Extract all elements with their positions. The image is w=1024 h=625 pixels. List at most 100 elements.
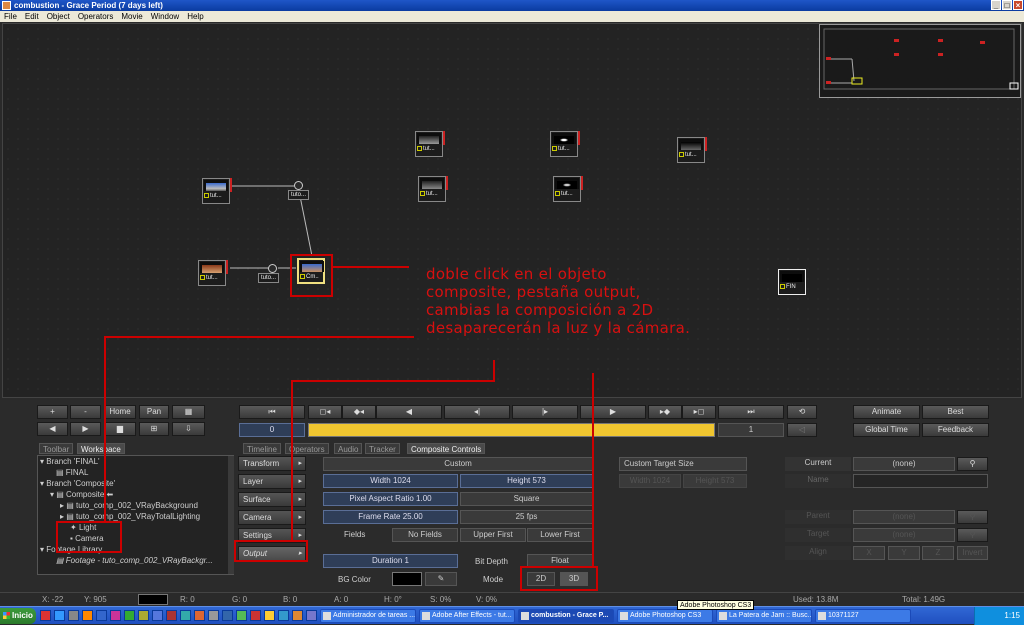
- quicklaunch-icon[interactable]: [68, 610, 79, 621]
- node-composite[interactable]: Cm..: [297, 258, 325, 284]
- quicklaunch-icon[interactable]: [194, 610, 205, 621]
- color-swatch-icon[interactable]: ▆: [104, 422, 136, 436]
- tab-audio[interactable]: Audio: [334, 443, 363, 454]
- quicklaunch-icon[interactable]: [124, 610, 135, 621]
- quicklaunch-icon[interactable]: [110, 610, 121, 621]
- feedback-button[interactable]: Feedback: [922, 423, 989, 437]
- export-icon[interactable]: ⇩: [172, 422, 205, 436]
- layout-icon[interactable]: ⊞: [139, 422, 169, 436]
- taskbar-item-browser[interactable]: La Patera de Jam :: Busc...: [716, 609, 812, 623]
- taskbar-item-after-effects[interactable]: Adobe After Effects - tut...: [419, 609, 515, 623]
- home-button[interactable]: Home: [104, 405, 136, 419]
- quicklaunch-icon[interactable]: [180, 610, 191, 621]
- play-forward-icon[interactable]: ▶: [580, 405, 646, 419]
- side-transform[interactable]: Transform: [238, 456, 306, 471]
- quicklaunch-icon[interactable]: [82, 610, 93, 621]
- step-forward-icon[interactable]: |▸: [512, 405, 578, 419]
- quicklaunch-icon[interactable]: [40, 610, 51, 621]
- parent-select[interactable]: (none): [853, 510, 955, 524]
- quicklaunch-icon[interactable]: [208, 610, 219, 621]
- duration-field[interactable]: Duration 1: [323, 554, 458, 568]
- tree-scrollbar[interactable]: [228, 456, 234, 574]
- forward-icon[interactable]: ▶: [70, 422, 101, 436]
- tab-timeline[interactable]: Timeline: [243, 443, 281, 454]
- taskbar-item-document[interactable]: 10371127: [815, 609, 911, 623]
- quicklaunch-icon[interactable]: [306, 610, 317, 621]
- output-preset-select[interactable]: Custom: [323, 457, 593, 471]
- tab-toolbar[interactable]: Toolbar: [39, 443, 74, 454]
- frame-rate-field[interactable]: Frame Rate 25.00: [323, 510, 458, 524]
- mode-3d-button[interactable]: 3D: [560, 572, 588, 586]
- quicklaunch-icon[interactable]: [222, 610, 233, 621]
- side-surface[interactable]: Surface: [238, 492, 306, 507]
- start-button[interactable]: Inicio: [0, 608, 36, 624]
- align-x-button[interactable]: X: [853, 546, 885, 560]
- loop-icon[interactable]: ⟲: [787, 405, 817, 419]
- side-settings[interactable]: Settings: [238, 528, 306, 543]
- quality-select[interactable]: Best: [922, 405, 989, 419]
- eyedropper-icon[interactable]: ✎: [425, 572, 457, 586]
- node-thumb[interactable]: tut...: [677, 137, 707, 163]
- zoom-out-button[interactable]: -: [70, 405, 101, 419]
- prev-key-icon[interactable]: ◆◂: [342, 405, 376, 419]
- pick-target-icon[interactable]: ⚲: [957, 528, 988, 542]
- pan-button[interactable]: Pan: [139, 405, 169, 419]
- quicklaunch-icon[interactable]: [236, 610, 247, 621]
- quicklaunch-icon[interactable]: [250, 610, 261, 621]
- node-final[interactable]: FIN: [778, 269, 806, 295]
- align-z-button[interactable]: Z: [922, 546, 954, 560]
- tree-item-final[interactable]: ▤ FINAL: [56, 468, 88, 477]
- current-frame-field[interactable]: 0: [239, 423, 305, 437]
- global-time-select[interactable]: Global Time: [853, 423, 920, 437]
- schematic-minimap[interactable]: [819, 24, 1021, 98]
- step-back-icon[interactable]: ◂|: [444, 405, 510, 419]
- back-icon[interactable]: ◀: [37, 422, 68, 436]
- pick-parent-icon[interactable]: ⚲: [957, 510, 988, 524]
- play-backward-icon[interactable]: ◀: [376, 405, 442, 419]
- target-width-field[interactable]: Width 1024: [619, 474, 681, 488]
- current-object-select[interactable]: (none): [853, 457, 955, 471]
- quicklaunch-icon[interactable]: [264, 610, 275, 621]
- tree-branch-footage[interactable]: ▾ Footage Library: [40, 545, 102, 554]
- node-vray-lighting[interactable]: tut...: [198, 260, 228, 286]
- node-thumb[interactable]: tut...: [550, 131, 580, 157]
- side-output[interactable]: Output: [238, 546, 306, 561]
- end-frame-field[interactable]: 1: [718, 423, 784, 437]
- tab-composite-controls[interactable]: Composite Controls: [407, 443, 486, 454]
- go-to-start-icon[interactable]: ⏮: [239, 405, 305, 419]
- mode-2d-button[interactable]: 2D: [527, 572, 555, 586]
- aspect-preset-select[interactable]: Square: [460, 492, 593, 506]
- zoom-in-button[interactable]: +: [37, 405, 68, 419]
- width-field[interactable]: Width 1024: [323, 474, 458, 488]
- name-field[interactable]: [853, 474, 988, 488]
- node-thumb[interactable]: tut...: [415, 131, 445, 157]
- align-y-button[interactable]: Y: [888, 546, 920, 560]
- quicklaunch-icon[interactable]: [278, 610, 289, 621]
- next-key-icon[interactable]: ▸◆: [648, 405, 682, 419]
- view-option-icon[interactable]: ▦: [172, 405, 205, 419]
- lower-first-button[interactable]: Lower First: [527, 528, 593, 542]
- node-vray-background[interactable]: tut...: [202, 178, 232, 204]
- quicklaunch-icon[interactable]: [166, 610, 177, 621]
- bit-depth-select[interactable]: Float: [527, 554, 593, 568]
- taskbar-item-photoshop[interactable]: Adobe Photoshop CS3: [617, 609, 713, 623]
- quicklaunch-icon[interactable]: [152, 610, 163, 621]
- side-layer[interactable]: Layer: [238, 474, 306, 489]
- tree-item-light[interactable]: ✦ Light: [70, 523, 96, 532]
- target-select[interactable]: (none): [853, 528, 955, 542]
- tab-tracker[interactable]: Tracker: [365, 443, 400, 454]
- invert-button[interactable]: Invert: [957, 546, 988, 560]
- side-camera[interactable]: Camera: [238, 510, 306, 525]
- tree-branch-final[interactable]: ▾ Branch 'FINAL': [40, 457, 100, 466]
- node-thumb[interactable]: tut...: [553, 176, 583, 202]
- quicklaunch-icon[interactable]: [96, 610, 107, 621]
- tree-item-lighting[interactable]: ▸ ▤ tuto_comp_002_VRayTotalLighting: [60, 512, 200, 521]
- pick-object-icon[interactable]: ⚲: [957, 457, 988, 471]
- height-field[interactable]: Height 573: [460, 474, 593, 488]
- set-out-icon[interactable]: ▸◻: [682, 405, 716, 419]
- tree-item-camera[interactable]: ▪ Camera: [70, 534, 104, 543]
- quicklaunch-icon[interactable]: [138, 610, 149, 621]
- tree-item-footage[interactable]: ▤ Footage - tuto_comp_002_VRayBackgr...: [56, 556, 213, 565]
- bg-color-swatch[interactable]: [392, 572, 422, 586]
- taskbar-item-combustion[interactable]: combustion - Grace P...: [518, 609, 614, 623]
